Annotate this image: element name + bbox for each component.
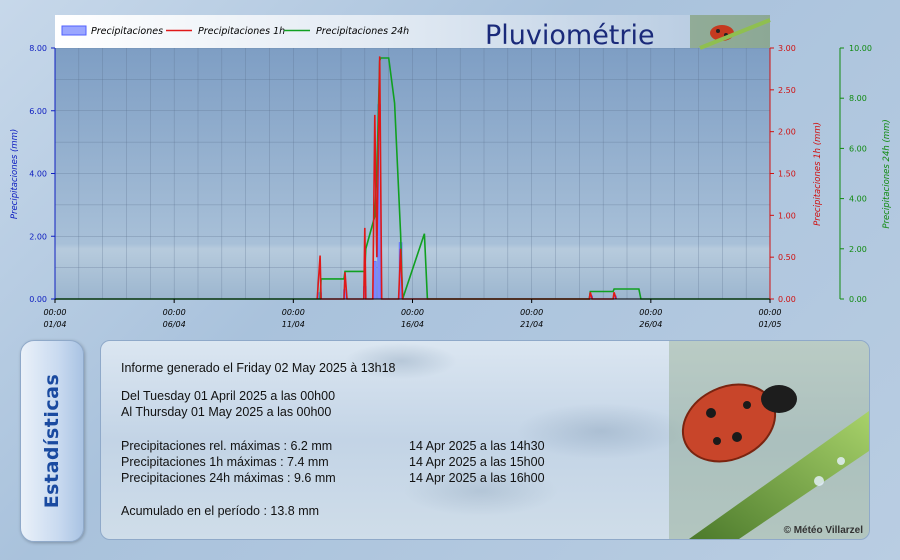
x-tick-label-time: 00:00 [163, 308, 186, 317]
x-tick-label-time: 00:00 [282, 308, 305, 317]
x-tick-label-date: 11/04 [282, 320, 305, 329]
y-right1-tick-label: 1.50 [778, 170, 796, 179]
y-left-tick-label: 6.00 [29, 107, 47, 116]
x-tick-label-time: 00:00 [758, 308, 781, 317]
stats-sidebar-label: Estadísticas [20, 340, 84, 542]
x-tick-label-date: 01/04 [43, 320, 66, 329]
legend: Precipitaciones Precipitaciones 1h Preci… [61, 25, 409, 37]
y-left-tick-label: 2.00 [29, 232, 47, 241]
x-tick-label-time: 00:00 [43, 308, 66, 317]
stats-heading: Estadísticas [41, 373, 63, 509]
x-tick-label-date: 26/04 [639, 320, 662, 329]
y-right2-tick-label: 10.00 [849, 44, 872, 53]
stat-max-rel-time: 14 Apr 2025 a las 14h30 [409, 439, 545, 453]
y-right2-tick-label: 6.00 [849, 144, 867, 153]
x-tick-label-time: 00:00 [639, 308, 662, 317]
x-tick-label-date: 06/04 [163, 320, 186, 329]
y-right1-tick-label: 1.00 [778, 211, 796, 220]
y-right1-tick-label: 2.50 [778, 86, 796, 95]
stat-max-1h: Precipitaciones 1h máximas : 7.4 mm [121, 455, 329, 469]
y-left-axis-title: Precipitaciones (mm) [10, 129, 20, 219]
x-tick-label-date: 16/04 [401, 320, 424, 329]
period-start: Del Tuesday 01 April 2025 a las 00h00 [121, 389, 336, 403]
y-right2-tick-label: 0.00 [849, 295, 867, 304]
x-tick-label-time: 00:00 [520, 308, 543, 317]
stat-max-rel: Precipitaciones rel. máximas : 6.2 mm [121, 439, 333, 453]
y-right2-tick-label: 8.00 [849, 94, 867, 103]
x-tick-label-date: 01/05 [758, 320, 781, 329]
y-right1-tick-label: 0.00 [778, 295, 796, 304]
legend-label-24h: Precipitaciones 24h [316, 26, 409, 37]
stat-cumulative: Acumulado en el período : 13.8 mm [121, 504, 320, 518]
y-right1-tick-label: 0.50 [778, 253, 796, 262]
ladybug-image [669, 341, 869, 539]
copyright: © Météo Villarzel [783, 525, 863, 536]
y-left-tick-label: 4.00 [29, 170, 47, 179]
y-right2-tick-label: 4.00 [849, 195, 867, 204]
report-generated: Informe generado el Friday 02 May 2025 à… [121, 361, 396, 375]
y-right2-axis-title: Precipitaciones 24h (mm) [882, 119, 892, 228]
x-tick-label-date: 21/04 [520, 320, 543, 329]
y-right1-axis-title: Precipitaciones 1h (mm) [813, 122, 823, 226]
period-end: Al Thursday 01 May 2025 a las 00h00 [121, 405, 332, 419]
legend-label-precip: Precipitaciones [91, 26, 163, 37]
legend-swatch-precip [61, 25, 87, 36]
y-left-tick-label: 8.00 [29, 44, 47, 53]
stat-max-1h-time: 14 Apr 2025 a las 15h00 [409, 455, 545, 469]
y-right1-tick-label: 3.00 [778, 44, 796, 53]
ladybug-thumbnail [690, 15, 771, 50]
stat-max-24h: Precipitaciones 24h máximas : 9.6 mm [121, 471, 336, 485]
chart-title: Pluviométrie [485, 20, 655, 51]
stat-max-24h-time: 14 Apr 2025 a las 16h00 [409, 471, 545, 485]
y-right1-tick-label: 2.00 [778, 128, 796, 137]
x-tick-label-time: 00:00 [401, 308, 424, 317]
rainfall-chart: 0.00 2.00 4.00 6.00 8.00 0.00 0.50 1.00 1.50 2.00… [10, 15, 892, 329]
stats-panel: Informe generado el Friday 02 May 2025 à… [100, 340, 870, 540]
y-left-tick-label: 0.00 [29, 295, 47, 304]
y-right2-tick-label: 2.00 [849, 245, 867, 254]
legend-label-1h: Precipitaciones 1h [198, 26, 285, 37]
